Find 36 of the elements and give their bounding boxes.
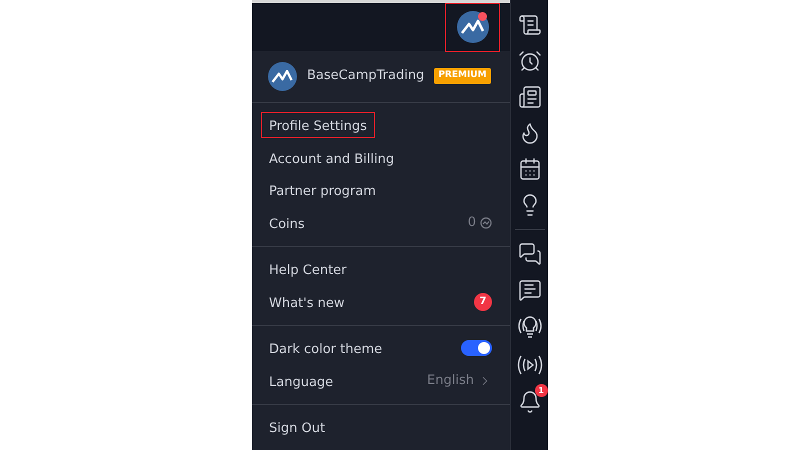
mountain-logo-icon (456, 11, 488, 43)
mountain-logo-icon (268, 62, 297, 90)
avatar-button[interactable] (445, 2, 500, 52)
menu-item-label: Sign Out (268, 420, 326, 438)
menu-item[interactable]: Profile Settings (252, 109, 510, 142)
menu-item-label: Account and Billing (268, 150, 396, 169)
language-value: English (427, 372, 474, 390)
menu-item[interactable]: Help Center (252, 253, 510, 286)
coins-count: 0 (468, 214, 476, 232)
menu-item[interactable]: Dark color theme (252, 332, 510, 364)
menu-item-label: Help Center (268, 262, 348, 280)
menu-item[interactable]: What's new 7 (252, 286, 510, 318)
menu-item[interactable]: Sign Out (252, 411, 510, 444)
username: BaseCampTrading (307, 67, 424, 86)
menu-item[interactable]: Account and Billing (252, 142, 510, 174)
list-icon[interactable] (518, 13, 542, 37)
menu-item-label: Dark color theme (268, 341, 384, 360)
dark-theme-toggle[interactable] (461, 340, 492, 356)
menu-item[interactable]: Language English (252, 364, 510, 397)
menu-item-label: Language (268, 374, 334, 392)
notification-count: 1 (534, 384, 548, 397)
alarm-clock-icon[interactable] (518, 49, 542, 73)
coin-icon (480, 216, 492, 229)
newspaper-icon[interactable] (518, 85, 542, 109)
menu-item-label: Partner program (268, 183, 377, 202)
chat-bubbles-icon[interactable] (518, 242, 542, 266)
count-badge: 7 (474, 292, 492, 311)
calendar-icon[interactable] (518, 157, 542, 181)
premium-badge: PREMIUM (434, 68, 491, 84)
menu-item-label: Profile Settings (268, 118, 368, 136)
menu-item[interactable]: Partner program (252, 174, 510, 206)
chat-icon[interactable] (518, 278, 542, 302)
menu-item-label: Coins (268, 216, 306, 234)
menu-item-label: What's new (268, 294, 346, 313)
menu-item[interactable]: Coins 0 (252, 206, 510, 239)
broadcast-bulb-icon[interactable] (516, 314, 544, 340)
